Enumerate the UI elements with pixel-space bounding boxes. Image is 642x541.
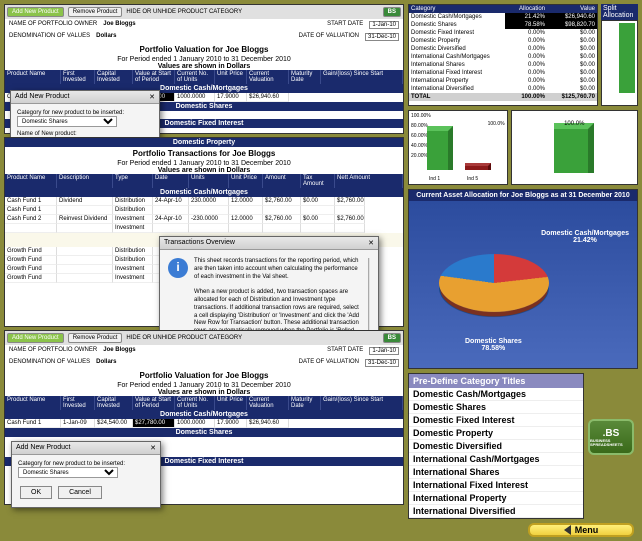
allocation-row[interactable]: International Diversified0.00%$0.00 — [409, 85, 597, 93]
arrow-left-icon — [564, 525, 571, 535]
category-select[interactable]: Domestic Shares — [18, 467, 118, 478]
bs-logo-button[interactable]: .BSBUSINESS SPREADSHEETS — [588, 419, 634, 455]
cancel-button[interactable]: Cancel — [58, 486, 102, 499]
bs-icon-button[interactable]: BS — [383, 7, 401, 17]
valuation-panel-2: Add New Product Remove Product HIDE OR U… — [4, 330, 404, 505]
hide-label: HIDE OR UNHIDE PRODUCT CATEGORY — [126, 9, 242, 15]
valuation-title: Portfolio Valuation for Joe Bloggs — [5, 43, 403, 56]
start-date-input[interactable]: 1-Jan-10 — [369, 347, 399, 355]
denom-label: DENOMINATION OF VALUES — [9, 33, 90, 41]
table-row[interactable]: Cash Fund 2Reinvest DividendInvestment24… — [5, 215, 403, 224]
category-list: Pre-Define Category Titles Domestic Cash… — [408, 373, 584, 519]
category-item[interactable]: Domestic Fixed Interest — [409, 414, 583, 427]
split-chart: 100.0% — [511, 110, 638, 185]
trans-period: For Period ended 1 January 2010 to 31 De… — [5, 160, 403, 167]
allocation-row[interactable]: International Property0.00%$0.00 — [409, 77, 597, 85]
owner-label: NAME OF PORTFOLIO OWNER — [9, 21, 97, 29]
allocation-total: TOTAL100.00%$125,760.70 — [409, 93, 597, 101]
trans-units: Values are shown in Dollars — [5, 167, 403, 174]
category-list-header: Pre-Define Category Titles — [409, 374, 583, 388]
valdate-label: DATE OF VALUATION — [299, 33, 359, 41]
table-row[interactable]: Cash Fund 1Distribution — [5, 206, 403, 215]
section-dp: Domestic Property — [5, 138, 403, 147]
table-row[interactable]: Cash Fund 1DividendDistribution24-Apr-10… — [5, 197, 403, 206]
remove-product-button[interactable]: Remove Product — [68, 7, 123, 17]
info-title: Transactions Overview — [164, 239, 235, 247]
allocation-row[interactable]: Domestic Property0.00%$0.00 — [409, 37, 597, 45]
trans-section-dcm: Domestic Cash/Mortgages — [5, 188, 403, 197]
category-item[interactable]: International Shares — [409, 466, 583, 479]
dialog-title: Add New Product — [15, 93, 69, 101]
category-item[interactable]: International Cash/Mortgages — [409, 453, 583, 466]
category-item[interactable]: Domestic Shares — [409, 401, 583, 414]
valuation-units: Values are shown in Dollars — [5, 63, 403, 70]
remove-product-button[interactable]: Remove Product — [68, 333, 123, 343]
valdate-input[interactable]: 31-Dec-10 — [365, 33, 399, 41]
allocation-row[interactable]: Domestic Cash/Mortgages21.42%$26,940.60 — [409, 13, 597, 21]
category-item[interactable]: Domestic Cash/Mortgages — [409, 388, 583, 401]
allocation-row[interactable]: Domestic Diversified0.00%$0.00 — [409, 45, 597, 53]
add-product-button[interactable]: Add New Product — [7, 333, 64, 343]
info-icon: i — [168, 258, 188, 278]
add-product-button[interactable]: Add New Product — [7, 7, 64, 17]
trans-columns: Product NameDescriptionTypeDateUnitsUnit… — [5, 174, 403, 188]
table-row[interactable]: Investment — [5, 224, 403, 233]
start-date-input[interactable]: 1-Jan-10 — [369, 21, 399, 29]
owner-value: Joe Bloggs — [103, 21, 135, 29]
valuation-period: For Period ended 1 January 2010 to 31 De… — [5, 56, 403, 63]
table-row[interactable]: Cash Fund 11-Jan-09$24,540.00$27,780.001… — [5, 419, 403, 428]
ok-button[interactable]: OK — [20, 486, 52, 499]
allocation-row[interactable]: International Fixed Interest0.00%$0.00 — [409, 69, 597, 77]
allocation-row[interactable]: Domestic Shares78.58%$98,820.70 — [409, 21, 597, 29]
valdate-input[interactable]: 31-Dec-10 — [365, 359, 399, 367]
add-product-dialog: Add New Product✕ Category for new produc… — [11, 441, 161, 508]
category-item[interactable]: International Property — [409, 492, 583, 505]
hide-label: HIDE OR UNHIDE PRODUCT CATEGORY — [126, 335, 242, 341]
allocation-row[interactable]: International Shares0.00%$0.00 — [409, 61, 597, 69]
close-icon[interactable]: ✕ — [368, 239, 374, 247]
split-header: Split Allocation — [601, 4, 638, 20]
start-label: START DATE — [327, 21, 363, 29]
bs-icon-button[interactable]: BS — [383, 333, 401, 343]
pie-chart — [439, 254, 549, 312]
denom-value: Dollars — [96, 33, 116, 41]
bar-chart: 100.00% 80.00% 60.00% 40.00% 20.00% 100.… — [408, 110, 508, 185]
allocation-row[interactable]: Domestic Fixed Interest0.00%$0.00 — [409, 29, 597, 37]
close-icon[interactable]: ✕ — [150, 444, 156, 452]
category-item[interactable]: International Diversified — [409, 505, 583, 518]
trans-title: Portfolio Transactions for Joe Bloggs — [5, 147, 403, 160]
pie-chart-panel: Current Asset Allocation for Joe Bloggs … — [408, 189, 638, 369]
pie-title: Current Asset Allocation for Joe Bloggs … — [409, 190, 637, 201]
close-icon[interactable]: ✕ — [149, 93, 155, 101]
allocation-table: CategoryAllocationValue Domestic Cash/Mo… — [408, 4, 598, 106]
category-item[interactable]: Domestic Property — [409, 427, 583, 440]
valuation-columns: Product NameFirst InvestedCapital Invest… — [5, 70, 403, 84]
category-select[interactable]: Domestic Shares — [17, 116, 117, 127]
allocation-row[interactable]: International Cash/Mortgages0.00%$0.00 — [409, 53, 597, 61]
category-item[interactable]: Domestic Diversified — [409, 440, 583, 453]
category-item[interactable]: International Fixed Interest — [409, 479, 583, 492]
info-p1: This sheet records transactions for the … — [194, 258, 362, 281]
